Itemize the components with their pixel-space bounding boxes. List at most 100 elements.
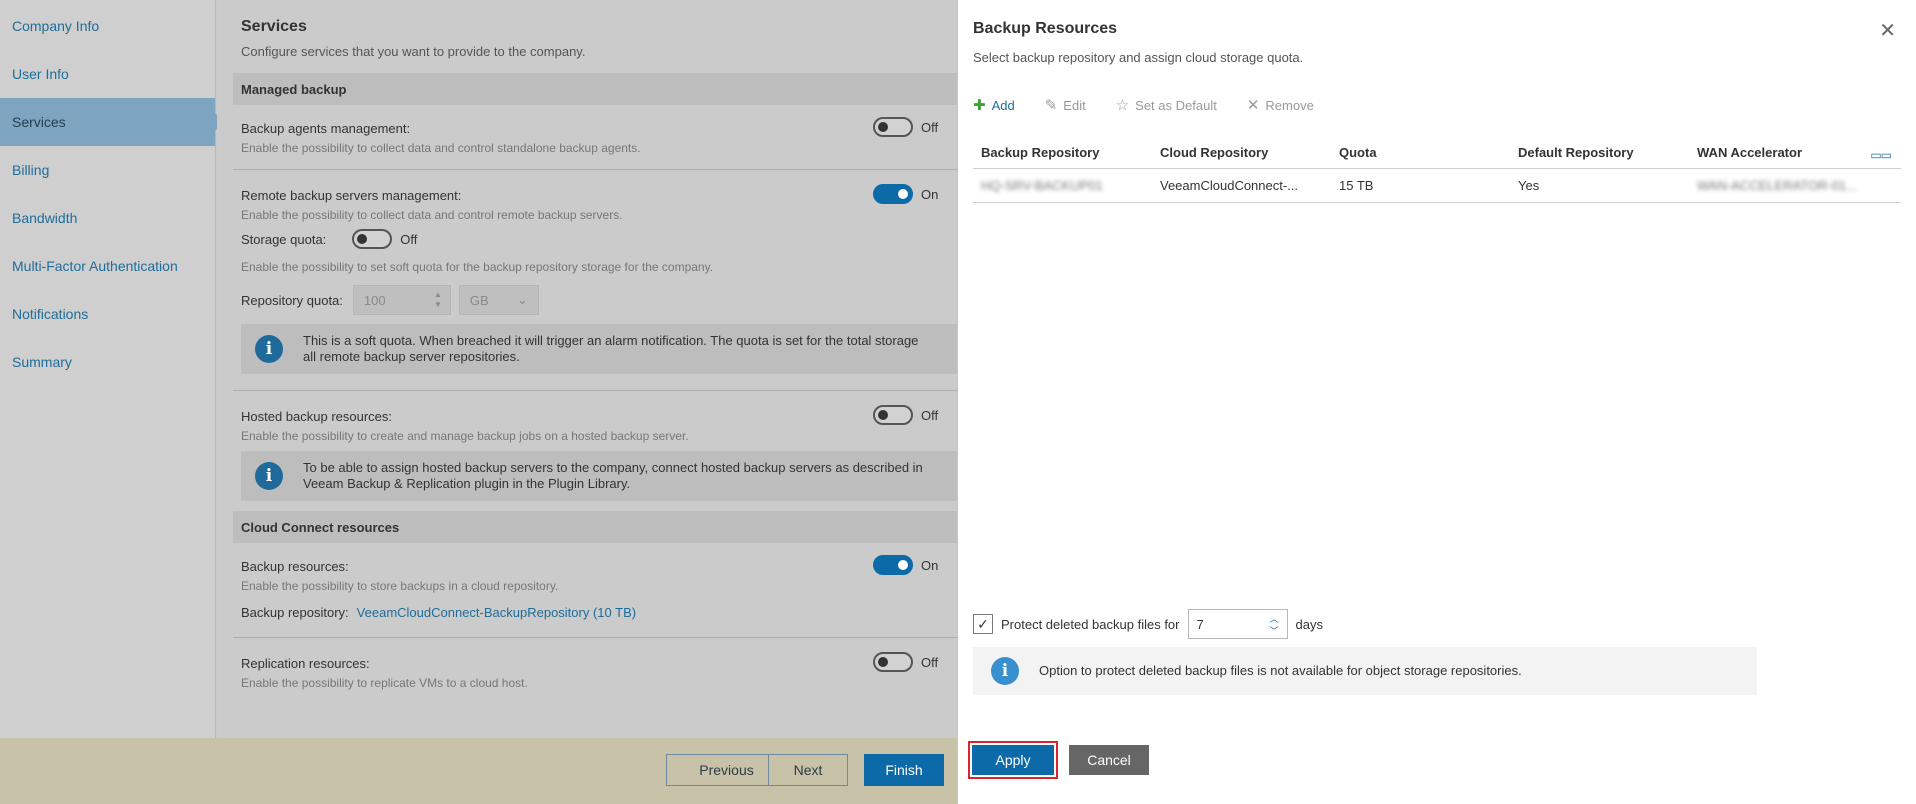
page-title: Services bbox=[241, 18, 307, 35]
hosted-toggle-group: Off bbox=[873, 405, 938, 425]
hosted-toggle-state: Off bbox=[921, 407, 939, 423]
info-icon: i bbox=[991, 657, 1019, 685]
apply-button[interactable]: Apply bbox=[972, 745, 1054, 775]
repo-quota-input[interactable]: 100 ▲ ▼ bbox=[352, 285, 451, 315]
hosted-row: Hosted backup resources: Off bbox=[241, 405, 957, 427]
nav-item-company-info[interactable]: Company Info bbox=[0, 2, 215, 50]
remove-icon: ✕ bbox=[1246, 97, 1260, 114]
protect-deleted-checkbox[interactable]: ✓ bbox=[973, 614, 993, 634]
backup-resources-desc: Enable the possibility to store backups … bbox=[241, 579, 559, 593]
remote-toggle-group: On bbox=[873, 184, 938, 204]
replication-toggle[interactable] bbox=[873, 652, 913, 672]
nav-item-notifications[interactable]: Notifications bbox=[0, 290, 215, 338]
edit-button[interactable]: ✎ Edit bbox=[1045, 96, 1086, 114]
repo-quota-unit-select[interactable]: GB ⌄ bbox=[458, 285, 539, 315]
close-icon[interactable]: ✕ bbox=[1879, 18, 1896, 43]
edit-label: Edit bbox=[1063, 97, 1086, 113]
spinner-icon[interactable]: ︿ ﹀ bbox=[1269, 613, 1278, 637]
hosted-desc: Enable the possibility to create and man… bbox=[241, 429, 689, 443]
cancel-button[interactable]: Cancel bbox=[1069, 745, 1149, 775]
wizard-nav: Company Info User Info Services Billing … bbox=[0, 0, 224, 738]
divider bbox=[233, 637, 957, 638]
nav-item-bandwidth[interactable]: Bandwidth bbox=[0, 194, 215, 242]
soft-quota-info-line2: all remote backup server repositories. bbox=[303, 349, 520, 364]
nav-item-mfa[interactable]: Multi-Factor Authentication bbox=[0, 242, 215, 290]
protect-days-input[interactable]: 7 ︿ ﹀ bbox=[1187, 609, 1288, 639]
spinner-icon[interactable]: ▲ ▼ bbox=[434, 290, 442, 310]
nav-item-services[interactable]: Services bbox=[0, 98, 224, 146]
repositories-table: Backup Repository Cloud Repository Quota… bbox=[973, 137, 1901, 203]
column-chooser-icon[interactable]: ▭▭ bbox=[1870, 148, 1892, 162]
plus-icon: ✚ bbox=[973, 97, 986, 114]
hosted-info-text: To be able to assign hosted backup serve… bbox=[303, 460, 923, 492]
hosted-toggle[interactable] bbox=[873, 405, 913, 425]
remote-toggle[interactable] bbox=[873, 184, 913, 204]
backup-resources-label: Backup resources: bbox=[241, 558, 349, 574]
nav-item-summary[interactable]: Summary bbox=[0, 338, 215, 386]
replication-desc: Enable the possibility to replicate VMs … bbox=[241, 676, 528, 690]
remote-desc: Enable the possibility to collect data a… bbox=[241, 208, 623, 222]
agents-toggle-state: Off bbox=[921, 119, 939, 135]
info-icon: i bbox=[255, 335, 283, 363]
add-label: Add bbox=[991, 97, 1015, 113]
remote-label: Remote backup servers management: bbox=[241, 187, 462, 203]
agents-row: Backup agents management: Off bbox=[241, 117, 957, 139]
dialog-subtitle: Select backup repository and assign clou… bbox=[973, 50, 1304, 65]
storage-quota-label: Storage quota: bbox=[241, 231, 327, 247]
protect-deleted-label: Protect deleted backup files for bbox=[1001, 616, 1180, 632]
storage-quota-toggle-group: Off bbox=[352, 229, 417, 249]
add-button[interactable]: ✚ Add bbox=[973, 96, 1015, 114]
divider bbox=[233, 390, 957, 391]
replication-row: Replication resources: Off bbox=[241, 652, 957, 674]
storage-quota-row: Storage quota: Off bbox=[241, 228, 957, 250]
remote-row: Remote backup servers management: On bbox=[241, 184, 957, 206]
cell-wan-accelerator: WAN-ACCELERATOR-01... bbox=[1697, 178, 1858, 193]
backup-resources-toggle[interactable] bbox=[873, 555, 913, 575]
backup-resources-state: On bbox=[921, 557, 939, 573]
soft-quota-info-text: This is a soft quota. When breached it w… bbox=[303, 333, 918, 365]
info-icon: i bbox=[255, 462, 283, 490]
backup-resources-row: Backup resources: On bbox=[241, 555, 957, 577]
table-row[interactable]: HQ-SRV-BACKUP01 VeeamCloudConnect-... 15… bbox=[973, 169, 1901, 203]
object-storage-info: i Option to protect deleted backup files… bbox=[973, 647, 1757, 695]
column-header[interactable]: WAN Accelerator bbox=[1689, 145, 1868, 160]
finish-button[interactable]: Finish bbox=[864, 754, 944, 786]
table-header: Backup Repository Cloud Repository Quota… bbox=[973, 137, 1901, 169]
set-default-label: Set as Default bbox=[1135, 97, 1217, 113]
repo-quota-label: Repository quota: bbox=[241, 292, 343, 308]
agents-toggle-group: Off bbox=[873, 117, 938, 137]
nav-item-billing[interactable]: Billing bbox=[0, 146, 215, 194]
column-header[interactable]: Default Repository bbox=[1510, 145, 1689, 160]
nav-item-user-info[interactable]: User Info bbox=[0, 50, 215, 98]
cell-quota: 15 TB bbox=[1339, 178, 1374, 193]
cell-backup-repository: HQ-SRV-BACKUP01 bbox=[981, 178, 1103, 193]
apply-highlight: Apply bbox=[968, 741, 1058, 779]
divider bbox=[233, 169, 957, 170]
soft-quota-info: i This is a soft quota. When breached it… bbox=[241, 324, 957, 374]
backup-repository-row: Backup repository: VeeamCloudConnect-Bac… bbox=[241, 601, 957, 623]
remove-button[interactable]: ✕ Remove bbox=[1247, 96, 1314, 114]
storage-quota-desc: Enable the possibility to set soft quota… bbox=[241, 260, 714, 274]
column-header[interactable]: Cloud Repository bbox=[1152, 145, 1331, 160]
protect-deleted-row: ✓ Protect deleted backup files for 7 ︿ ﹀ … bbox=[973, 609, 1323, 639]
replication-toggle-group: Off bbox=[873, 652, 938, 672]
dialog-title: Backup Resources bbox=[973, 20, 1118, 37]
cell-cloud-repository: VeeamCloudConnect-... bbox=[1160, 178, 1299, 193]
dialog-toolbar: ✚ Add ✎ Edit ☆ Set as Default ✕ Remove bbox=[973, 96, 1314, 114]
column-header[interactable]: Quota bbox=[1331, 145, 1510, 160]
column-header[interactable]: Backup Repository bbox=[973, 145, 1152, 160]
repo-quota-unit: GB bbox=[469, 292, 489, 308]
pencil-icon: ✎ bbox=[1044, 97, 1058, 114]
backup-resources-dialog: Backup Resources Select backup repositor… bbox=[957, 0, 1916, 804]
replication-state: Off bbox=[921, 654, 939, 670]
set-default-button[interactable]: ☆ Set as Default bbox=[1116, 96, 1217, 114]
storage-quota-toggle[interactable] bbox=[352, 229, 393, 249]
cell-default-repository: Yes bbox=[1518, 178, 1540, 193]
managed-backup-header: Managed backup bbox=[233, 73, 957, 105]
agents-toggle[interactable] bbox=[873, 117, 913, 137]
soft-quota-info-line1: This is a soft quota. When breached it w… bbox=[303, 333, 919, 348]
repo-quota-row: Repository quota: 100 ▲ ▼ GB ⌄ bbox=[241, 284, 957, 316]
next-button[interactable]: Next bbox=[768, 754, 848, 786]
chevron-down-icon: ⌄ bbox=[517, 292, 528, 307]
backup-repository-link[interactable]: VeeamCloudConnect-BackupRepository (10 T… bbox=[357, 605, 636, 620]
